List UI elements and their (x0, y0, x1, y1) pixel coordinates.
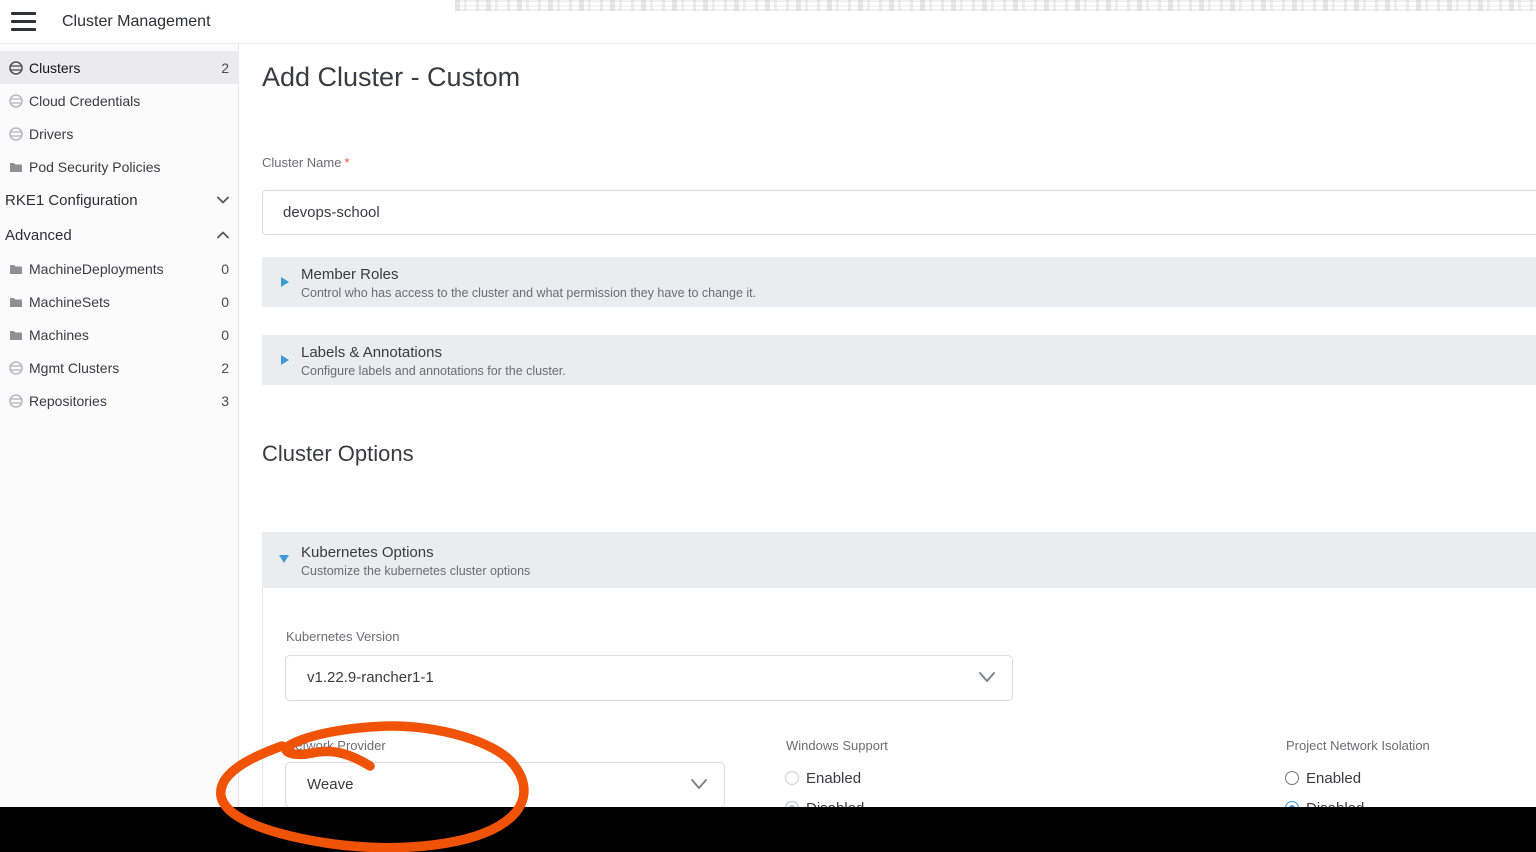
sidebar-item-cloud-credentials[interactable]: Cloud Credentials (0, 84, 239, 117)
sidebar-item-machinesets[interactable]: MachineSets 0 (0, 285, 239, 318)
sidebar-item-label: Mgmt Clusters (29, 360, 221, 376)
sidebar-item-label: Repositories (29, 393, 221, 409)
cluster-options-heading: Cluster Options (262, 441, 414, 467)
required-asterisk: * (344, 155, 349, 170)
sidebar-section-rke1-configuration[interactable]: RKE1 Configuration (0, 183, 239, 217)
sidebar-item-drivers[interactable]: Drivers (0, 117, 239, 150)
main-content: Add Cluster - Custom Cluster Name* Membe… (240, 44, 1536, 852)
sidebar-item-label: MachineDeployments (29, 261, 221, 277)
sidebar-section-label: Advanced (5, 227, 217, 244)
sidebar-item-clusters[interactable]: Clusters 2 (0, 51, 239, 84)
bottom-black-bar (0, 807, 1536, 852)
chevron-down-icon (978, 671, 996, 683)
accordion-description: Control who has access to the cluster an… (301, 286, 756, 300)
sidebar-section-label: RKE1 Configuration (5, 192, 217, 209)
sidebar-item-label: MachineSets (29, 294, 221, 310)
network-provider-select[interactable]: Weave (285, 762, 725, 808)
radio-label: Enabled (806, 770, 861, 787)
cluster-name-label: Cluster Name* (262, 155, 350, 170)
page: Cluster Management Clusters 2 Cloud Cred… (0, 0, 1536, 852)
chevron-down-icon (217, 196, 229, 204)
project-network-isolation-enabled-radio[interactable]: Enabled (1285, 770, 1361, 786)
expand-right-triangle-icon (281, 355, 289, 365)
screenshot-artifact-strip (455, 0, 1536, 11)
radio-label: Enabled (1306, 770, 1361, 787)
sidebar-section-advanced[interactable]: Advanced (0, 218, 239, 252)
sidebar-item-count: 2 (221, 60, 229, 76)
labels-annotations-accordion[interactable]: Labels & Annotations Configure labels an… (262, 335, 1536, 385)
sidebar-item-pod-security-policies[interactable]: Pod Security Policies (0, 150, 239, 183)
folder-icon (8, 294, 23, 309)
kubernetes-version-select[interactable]: v1.22.9-rancher1-1 (285, 655, 1013, 701)
globe-icon (8, 393, 23, 408)
accordion-title: Kubernetes Options (301, 544, 434, 561)
sidebar-item-label: Clusters (29, 60, 221, 76)
windows-support-label: Windows Support (786, 738, 888, 753)
chevron-up-icon (217, 231, 229, 239)
chevron-down-icon (690, 778, 708, 790)
select-value: v1.22.9-rancher1-1 (307, 656, 434, 700)
expand-right-triangle-icon (281, 277, 289, 287)
accordion-description: Customize the kubernetes cluster options (301, 564, 530, 578)
member-roles-accordion[interactable]: Member Roles Control who has access to t… (262, 257, 1536, 307)
sidebar: Clusters 2 Cloud Credentials Drivers Pod… (0, 44, 239, 852)
sidebar-item-repositories[interactable]: Repositories 3 (0, 384, 239, 417)
sidebar-item-mgmt-clusters[interactable]: Mgmt Clusters 2 (0, 351, 239, 384)
globe-icon (8, 360, 23, 375)
folder-icon (8, 261, 23, 276)
radio-icon (785, 771, 799, 785)
windows-support-enabled-radio[interactable]: Enabled (785, 770, 861, 786)
accordion-title: Member Roles (301, 266, 399, 283)
select-value: Weave (307, 763, 353, 807)
globe-icon (8, 93, 23, 108)
sidebar-item-machinedeployments[interactable]: MachineDeployments 0 (0, 252, 239, 285)
sidebar-item-label: Pod Security Policies (29, 159, 229, 175)
top-header: Cluster Management (0, 0, 1536, 44)
page-title: Add Cluster - Custom (262, 62, 520, 93)
sidebar-item-machines[interactable]: Machines 0 (0, 318, 239, 351)
sidebar-item-label: Drivers (29, 126, 229, 142)
globe-icon (8, 60, 23, 75)
sidebar-item-label: Cloud Credentials (29, 93, 229, 109)
expand-down-triangle-icon (279, 555, 289, 563)
project-network-isolation-label: Project Network Isolation (1286, 738, 1430, 753)
kubernetes-version-label: Kubernetes Version (286, 629, 399, 644)
folder-icon (8, 327, 23, 342)
accordion-description: Configure labels and annotations for the… (301, 364, 566, 378)
kubernetes-options-accordion[interactable]: Kubernetes Options Customize the kuberne… (262, 532, 1536, 588)
globe-icon (8, 126, 23, 141)
radio-icon (1285, 771, 1299, 785)
cluster-name-input[interactable] (262, 190, 1536, 235)
hamburger-menu-icon[interactable] (11, 12, 36, 31)
folder-icon (8, 159, 23, 174)
app-title: Cluster Management (62, 0, 211, 43)
sidebar-item-label: Machines (29, 327, 221, 343)
network-provider-label: Network Provider (286, 738, 386, 753)
accordion-title: Labels & Annotations (301, 344, 442, 361)
